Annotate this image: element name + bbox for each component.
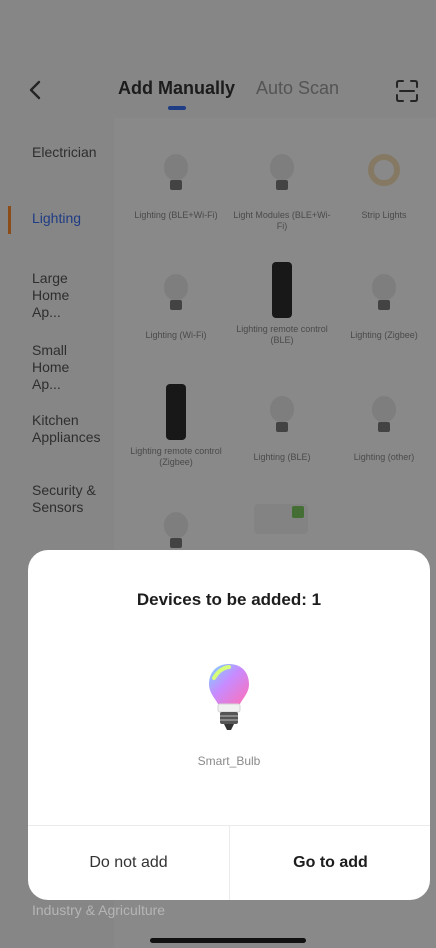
dialog-title: Devices to be added: 1 — [136, 590, 322, 609]
devices-to-add-dialog: Devices to be added: 1 Smart_Bulb Do not… — [28, 550, 430, 900]
home-indicator — [150, 938, 306, 943]
sidebar-item-industry-agriculture[interactable]: Industry & Agriculture — [32, 902, 165, 919]
device-name: Smart_Bulb — [197, 754, 261, 768]
go-to-add-button[interactable]: Go to add — [230, 826, 430, 900]
smart-bulb-icon — [206, 662, 252, 736]
device-add-screen: Add Manually Auto Scan Electrician Light… — [0, 0, 436, 948]
do-not-add-button[interactable]: Do not add — [28, 826, 229, 900]
